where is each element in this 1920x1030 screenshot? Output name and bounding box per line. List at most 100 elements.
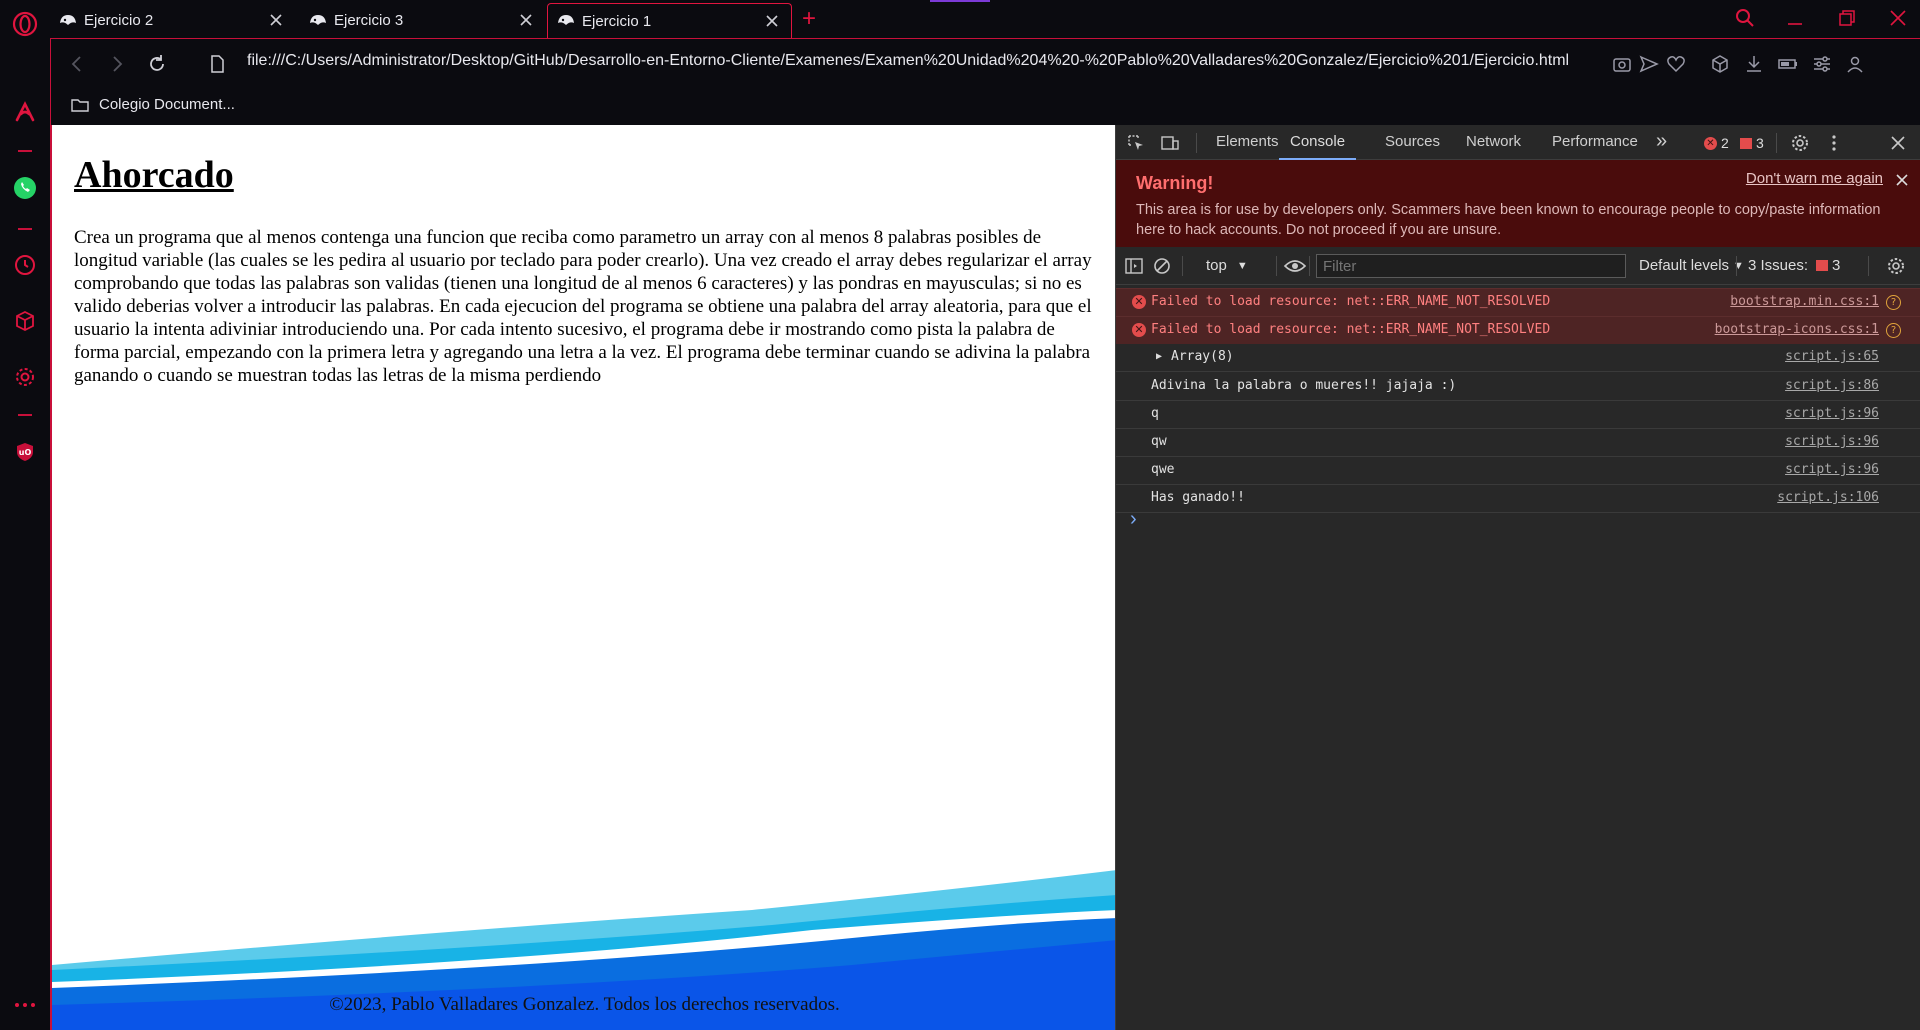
forward-icon[interactable]	[106, 53, 128, 75]
close-window-icon[interactable]	[1888, 8, 1908, 28]
issues-button[interactable]: 3 Issues: 3	[1748, 257, 1840, 274]
more-dots-icon[interactable]	[0, 987, 50, 1023]
url-field[interactable]: file:///C:/Users/Administrator/Desktop/G…	[247, 52, 1569, 70]
devtools-tab-performance[interactable]: Performance	[1552, 125, 1638, 160]
console-message: qwe	[1151, 462, 1175, 477]
ublock-shield-icon[interactable]: uO	[0, 434, 50, 470]
address-bar: file:///C:/Users/Administrator/Desktop/G…	[50, 38, 1920, 88]
console-source-link[interactable]: script.js:96	[1785, 401, 1879, 427]
toolbar-divider	[1182, 256, 1183, 276]
live-expression-eye-icon[interactable]	[1283, 256, 1307, 276]
console-log-row: qw script.js:96	[1116, 429, 1920, 457]
tab-close-icon[interactable]	[517, 11, 535, 29]
sidebar-separator	[18, 228, 32, 230]
opera-logo-icon[interactable]	[0, 6, 50, 42]
sidebar: uO	[0, 0, 50, 1030]
extensions-cube-icon[interactable]	[0, 303, 50, 339]
tab-bar: Ejercicio 2 Ejercicio 3 Ejercicio 1 +	[50, 0, 1920, 38]
toolbar-divider	[1776, 133, 1777, 153]
expand-triangle-icon[interactable]: ▶	[1156, 344, 1162, 370]
whatsapp-icon[interactable]	[0, 170, 50, 206]
extensions-icon[interactable]	[1709, 53, 1731, 75]
back-icon[interactable]	[66, 53, 88, 75]
error-counter[interactable]: ✕ 2	[1704, 135, 1729, 151]
toolbar-divider	[1309, 256, 1310, 276]
console-message: q	[1151, 406, 1159, 421]
console-toolbar: top ▼ Default levels ▼ 3 Issues: 3	[1116, 247, 1920, 285]
devtools-toolbar: Elements Console Sources Network Perform…	[1116, 125, 1920, 160]
console-source-link[interactable]: bootstrap-icons.css:1	[1715, 317, 1879, 343]
console-source-link[interactable]: script.js:65	[1785, 344, 1879, 370]
bookmark-heart-icon[interactable]	[1665, 53, 1687, 75]
devtools-tab-network[interactable]: Network	[1466, 125, 1521, 160]
error-icon: ✕	[1132, 323, 1146, 337]
console-log-row: q script.js:96	[1116, 401, 1920, 429]
close-devtools-icon[interactable]	[1888, 133, 1908, 153]
ai-insight-icon[interactable]: ?	[1886, 295, 1901, 310]
history-clock-icon[interactable]	[0, 247, 50, 283]
log-levels-dropdown[interactable]: Default levels ▼	[1639, 257, 1744, 274]
context-selector-value: top	[1206, 257, 1227, 274]
new-tab-button[interactable]: +	[802, 5, 816, 33]
console-prompt[interactable]: ›	[1130, 508, 1137, 531]
dropdown-caret-icon: ▼	[1733, 259, 1744, 272]
console-source-link[interactable]: script.js:96	[1785, 429, 1879, 455]
settings-gear-icon[interactable]	[0, 359, 50, 395]
toolbar-divider	[1868, 256, 1869, 276]
download-icon[interactable]	[1743, 53, 1765, 75]
console-source-link[interactable]: script.js:106	[1777, 485, 1879, 511]
issue-counter[interactable]: 3	[1740, 135, 1764, 151]
self-xss-warning: Warning! This area is for use by develop…	[1116, 160, 1920, 247]
tab-favicon-icon	[310, 14, 326, 25]
console-message: Failed to load resource: net::ERR_NAME_N…	[1151, 294, 1551, 309]
devtools-panel: Elements Console Sources Network Perform…	[1115, 125, 1920, 1030]
page-heading: Ahorcado	[74, 154, 234, 196]
clear-console-icon[interactable]	[1152, 256, 1172, 276]
console-message: qw	[1151, 434, 1167, 449]
ai-insight-icon[interactable]: ?	[1886, 323, 1901, 338]
battery-saver-icon[interactable]	[1777, 53, 1799, 75]
more-tabs-chevron-icon[interactable]: »	[1656, 125, 1667, 160]
console-source-link[interactable]: bootstrap.min.css:1	[1730, 289, 1879, 315]
send-icon[interactable]	[1638, 53, 1660, 75]
devtools-tab-elements[interactable]: Elements	[1216, 125, 1279, 160]
tab-ejercicio-3[interactable]: Ejercicio 3	[300, 3, 545, 38]
sidebar-toggle-icon[interactable]	[1124, 256, 1144, 276]
tab-favicon-icon	[60, 14, 76, 25]
dont-warn-again-link[interactable]: Don't warn me again	[1746, 170, 1883, 187]
easy-setup-icon[interactable]	[1811, 53, 1833, 75]
console-settings-gear-icon[interactable]	[1886, 256, 1906, 276]
console-message[interactable]: Array(8)	[1171, 344, 1234, 370]
devtools-tab-sources[interactable]: Sources	[1385, 125, 1440, 160]
restore-icon[interactable]	[1837, 8, 1857, 28]
minimize-icon[interactable]	[1785, 8, 1805, 28]
tab-close-icon[interactable]	[763, 12, 781, 30]
tab-ejercicio-2[interactable]: Ejercicio 2	[50, 3, 295, 38]
snapshot-camera-icon[interactable]	[1611, 53, 1633, 75]
context-selector[interactable]: top ▼	[1206, 257, 1248, 274]
profile-icon[interactable]	[1844, 53, 1866, 75]
close-warning-icon[interactable]	[1893, 171, 1911, 189]
console-log-row: ▶ Array(8) script.js:65	[1116, 344, 1920, 372]
console-source-link[interactable]: script.js:86	[1785, 373, 1879, 399]
reload-icon[interactable]	[146, 53, 168, 75]
console-log-row: qwe script.js:96	[1116, 457, 1920, 485]
sidebar-separator	[18, 414, 32, 416]
toolbar-divider	[1276, 256, 1277, 276]
console-source-link[interactable]: script.js:96	[1785, 457, 1879, 483]
inspect-element-icon[interactable]	[1126, 133, 1146, 153]
bookmark-folder-colegio[interactable]: Colegio Document...	[71, 96, 235, 113]
settings-gear-icon[interactable]	[1790, 133, 1810, 153]
console-log-row: Has ganado!! script.js:106	[1116, 485, 1920, 513]
console-message: Has ganado!!	[1151, 490, 1245, 505]
web-page-content: Ahorcado Crea un programa que al menos c…	[50, 125, 1115, 1030]
console-filter-input[interactable]	[1316, 254, 1626, 278]
devtools-tab-console[interactable]: Console	[1279, 125, 1357, 160]
aria-icon[interactable]	[0, 94, 50, 130]
tab-close-icon[interactable]	[267, 11, 285, 29]
device-toolbar-icon[interactable]	[1160, 133, 1180, 153]
error-icon: ✕	[1704, 136, 1717, 150]
more-options-icon[interactable]	[1824, 133, 1844, 153]
search-tabs-icon[interactable]	[1735, 8, 1755, 28]
tab-ejercicio-1[interactable]: Ejercicio 1	[547, 3, 792, 38]
